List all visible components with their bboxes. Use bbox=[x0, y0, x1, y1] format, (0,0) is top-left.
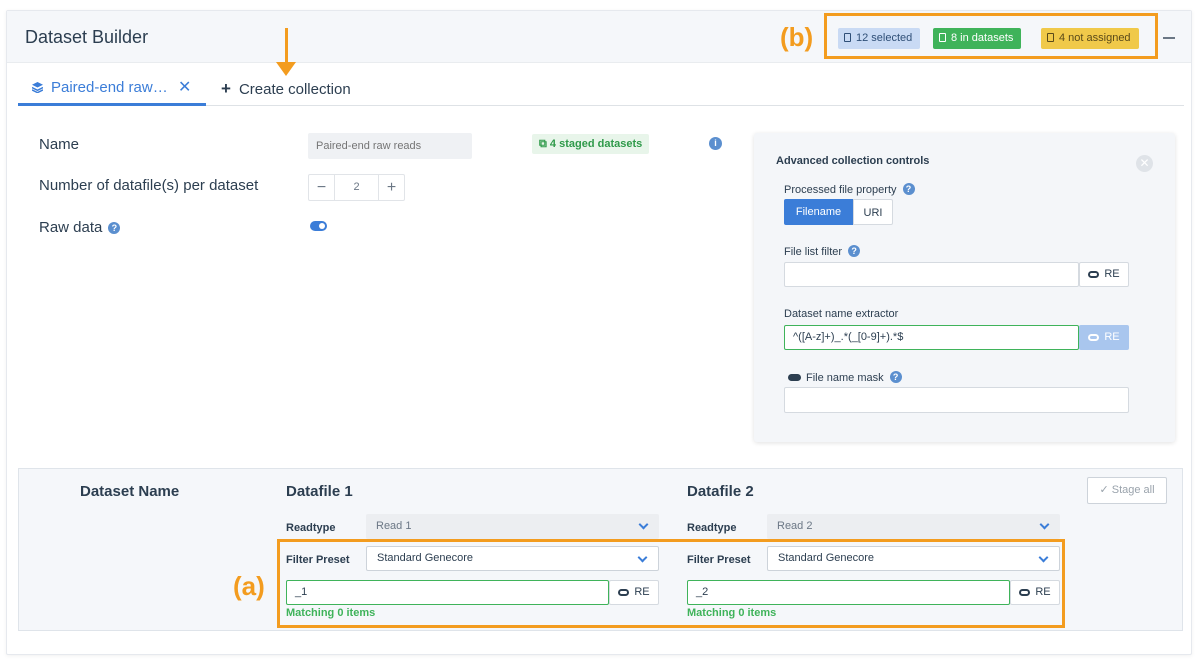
staged-datasets-label: 4 staged datasets bbox=[549, 138, 643, 150]
file-name-mask-label: File name mask bbox=[806, 372, 884, 384]
readtype-select-2[interactable]: Read 2 bbox=[767, 514, 1060, 539]
annotation-box-a bbox=[277, 539, 1065, 628]
tab-paired-end-raw-label: Paired-end raw… bbox=[51, 79, 168, 96]
annotation-label-b: (b) bbox=[780, 22, 814, 52]
chevron-down-icon bbox=[638, 519, 649, 530]
help-icon[interactable]: ? bbox=[889, 371, 902, 383]
help-icon[interactable]: ? bbox=[902, 183, 915, 195]
annotation-label-a: (a) bbox=[233, 571, 265, 601]
processed-property-label: Processed file property bbox=[784, 184, 897, 196]
copy-icon: ⧉ bbox=[539, 138, 550, 150]
re-label: RE bbox=[1104, 268, 1120, 280]
file-list-filter-re-button[interactable]: RE bbox=[1079, 262, 1129, 287]
plus-icon: + bbox=[221, 79, 231, 98]
readtype-label-2: Readtype bbox=[687, 522, 737, 534]
chevron-down-icon bbox=[1039, 519, 1050, 530]
raw-data-label: Raw data bbox=[39, 219, 103, 236]
staged-datasets-badge[interactable]: ⧉ 4 staged datasets bbox=[532, 134, 650, 154]
increment-button[interactable]: + bbox=[378, 175, 404, 200]
annotation-arrow-shaft bbox=[285, 28, 288, 64]
file-name-mask-row: File name mask? bbox=[788, 371, 902, 384]
datafiles-per-dataset-label: Number of datafile(s) per dataset bbox=[39, 177, 259, 194]
collapse-icon[interactable] bbox=[1163, 37, 1175, 39]
name-label: Name bbox=[39, 136, 80, 153]
datafiles-value[interactable]: 2 bbox=[335, 175, 378, 200]
annotation-box-b bbox=[824, 13, 1158, 59]
tab-create-collection-label: Create collection bbox=[238, 81, 351, 98]
advanced-controls-panel: Advanced collection controls ✕ Processed… bbox=[754, 133, 1175, 442]
file-name-mask-input[interactable] bbox=[784, 387, 1129, 413]
link-icon bbox=[1088, 334, 1100, 341]
stage-all-label: Stage all bbox=[1111, 484, 1155, 496]
link-icon bbox=[1088, 271, 1100, 278]
datafile-2-header: Datafile 2 bbox=[687, 483, 754, 500]
layers-icon bbox=[32, 82, 43, 93]
advanced-controls-title: Advanced collection controls bbox=[776, 155, 930, 167]
check-double-icon: ✓ bbox=[1099, 484, 1112, 496]
help-icon[interactable]: ? bbox=[848, 245, 861, 257]
datafile-1-header: Datafile 1 bbox=[286, 483, 353, 500]
decrement-button[interactable]: − bbox=[309, 175, 335, 200]
readtype-label-1: Readtype bbox=[286, 522, 336, 534]
tab-create-collection[interactable]: + Create collection bbox=[221, 79, 351, 99]
filename-option[interactable]: Filename bbox=[784, 199, 853, 225]
uri-option[interactable]: URI bbox=[853, 199, 893, 225]
processed-property-row: Processed file property? bbox=[784, 183, 915, 196]
datafiles-stepper: − 2 + bbox=[308, 174, 405, 201]
name-input[interactable] bbox=[308, 133, 472, 159]
re-label: RE bbox=[1104, 331, 1120, 343]
raw-data-toggle[interactable] bbox=[310, 221, 327, 231]
dataset-name-extractor-label: Dataset name extractor bbox=[784, 308, 899, 320]
readtype-select-1[interactable]: Read 1 bbox=[366, 514, 659, 539]
dataset-name-header: Dataset Name bbox=[80, 483, 180, 500]
page-title: Dataset Builder bbox=[25, 27, 149, 47]
tab-bar: Paired-end raw… ✕ + Create collection bbox=[18, 70, 1184, 106]
file-list-filter-label: File list filter bbox=[784, 246, 843, 258]
close-icon[interactable]: ✕ bbox=[178, 77, 191, 97]
file-list-filter-row: File list filter? bbox=[784, 245, 861, 258]
dataset-name-extractor-input[interactable]: ^([A-z]+)_.*(_[0-9]+).*$ bbox=[784, 325, 1079, 350]
readtype-value-1: Read 1 bbox=[376, 520, 412, 532]
help-icon[interactable]: ? bbox=[108, 222, 121, 234]
file-list-filter-input[interactable] bbox=[784, 262, 1079, 287]
dataset-name-extractor-re-button[interactable]: RE bbox=[1079, 325, 1129, 350]
mask-icon bbox=[788, 374, 801, 381]
stage-all-button[interactable]: ✓ Stage all bbox=[1087, 477, 1167, 504]
raw-data-row: Raw data? bbox=[39, 219, 121, 236]
readtype-value-2: Read 2 bbox=[777, 520, 813, 532]
close-icon[interactable]: ✕ bbox=[1136, 155, 1153, 172]
info-icon[interactable]: i bbox=[709, 137, 722, 150]
